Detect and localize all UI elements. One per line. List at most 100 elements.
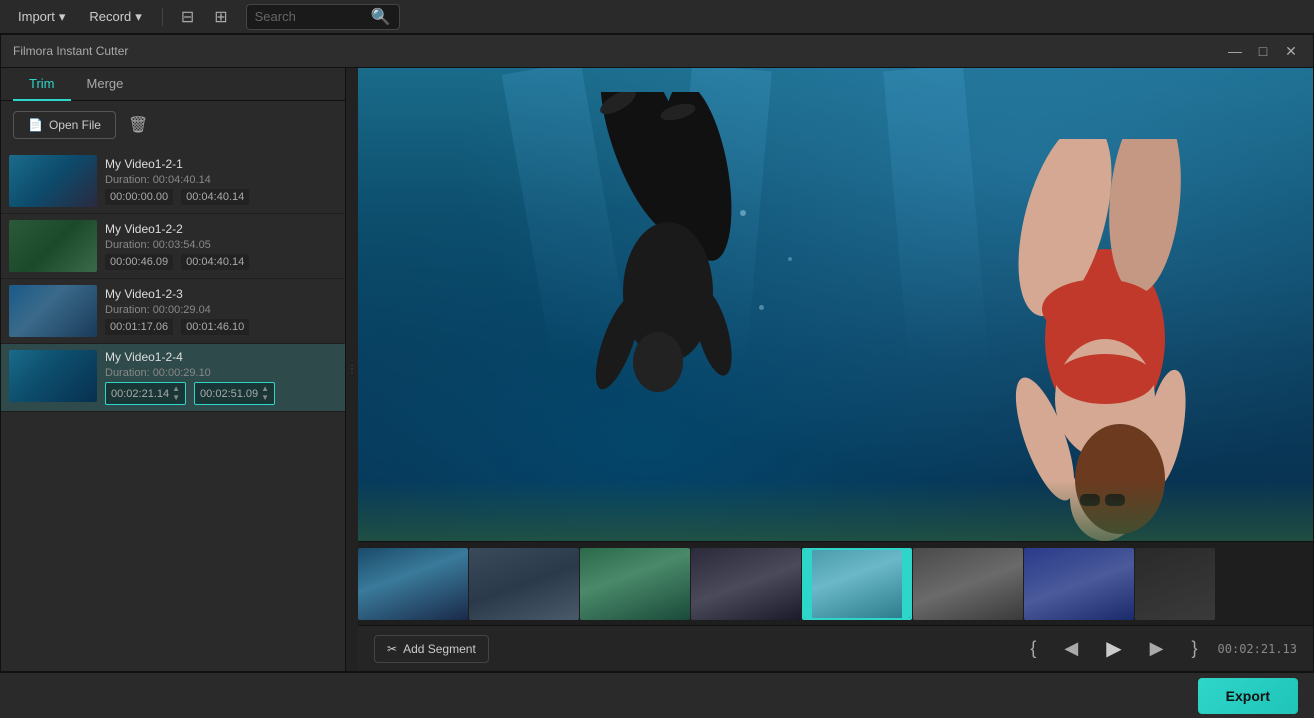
underwater-scene bbox=[358, 68, 1313, 541]
time-up-arrow[interactable]: ▲ bbox=[172, 385, 180, 393]
file-time-start: 00:02:21.14 ▲ ▼ bbox=[105, 382, 186, 405]
file-duration: Duration: 00:03:54.05 bbox=[105, 239, 337, 251]
search-input[interactable] bbox=[255, 9, 365, 24]
file-name: My Video1-2-4 bbox=[105, 350, 337, 364]
file-times: 00:02:21.14 ▲ ▼ 00:02:51.09 ▲ bbox=[105, 382, 337, 405]
file-info: My Video1-2-4 Duration: 00:00:29.10 00:0… bbox=[105, 350, 337, 405]
file-thumbnail bbox=[9, 220, 97, 272]
file-time-end: 00:04:40.14 bbox=[181, 189, 249, 205]
file-thumbnail bbox=[9, 155, 97, 207]
timeline-thumb bbox=[358, 548, 468, 620]
timeline-thumb bbox=[691, 548, 801, 620]
time-arrows-end: ▲ ▼ bbox=[261, 385, 269, 402]
time-down-arrow-end[interactable]: ▼ bbox=[261, 394, 269, 402]
toolbar-separator bbox=[162, 8, 163, 26]
file-time-start: 00:01:17.06 bbox=[105, 319, 173, 335]
file-times: 00:00:00.00 00:04:40.14 bbox=[105, 189, 337, 205]
timeline-thumbnails bbox=[358, 546, 1215, 622]
timecode-display: 00:02:21.13 bbox=[1218, 642, 1297, 656]
file-thumbnail bbox=[9, 350, 97, 402]
file-duration: Duration: 00:04:40.14 bbox=[105, 174, 337, 186]
file-info: My Video1-2-1 Duration: 00:04:40.14 00:0… bbox=[105, 155, 337, 207]
file-times: 00:01:17.06 00:01:46.10 bbox=[105, 319, 337, 335]
time-up-arrow-end[interactable]: ▲ bbox=[261, 385, 269, 393]
play-button[interactable]: ▶ bbox=[1098, 632, 1129, 665]
filter-icon[interactable]: ⊟ bbox=[175, 3, 200, 31]
timeline-area: ✂ Add Segment { ◀ ▶ ▶ } 00:02:21.13 bbox=[358, 541, 1313, 671]
swimmer-left bbox=[568, 92, 768, 492]
window-controls: — □ ✕ bbox=[1225, 41, 1301, 61]
file-name: My Video1-2-1 bbox=[105, 157, 337, 171]
bottom-bar: Export bbox=[0, 672, 1314, 718]
bracket-open-button[interactable]: { bbox=[1022, 634, 1044, 663]
file-info: My Video1-2-3 Duration: 00:00:29.04 00:0… bbox=[105, 285, 337, 337]
bubble bbox=[788, 257, 792, 261]
tab-trim[interactable]: Trim bbox=[13, 68, 71, 101]
grid-icon[interactable]: ⊞ bbox=[208, 3, 233, 31]
file-name: My Video1-2-2 bbox=[105, 222, 337, 236]
segment-handle-left[interactable] bbox=[804, 550, 812, 618]
record-label: Record bbox=[89, 9, 131, 24]
record-chevron-icon: ▾ bbox=[135, 9, 142, 25]
segment-handle-right[interactable] bbox=[902, 550, 910, 618]
bracket-close-button[interactable]: } bbox=[1184, 634, 1206, 663]
tabs-bar: Trim Merge bbox=[1, 68, 345, 101]
maximize-button[interactable]: □ bbox=[1253, 41, 1273, 61]
tab-merge[interactable]: Merge bbox=[71, 68, 140, 101]
file-duration: Duration: 00:00:29.04 bbox=[105, 304, 337, 316]
timeline-strip bbox=[358, 542, 1313, 625]
scissors-icon: ✂ bbox=[387, 642, 397, 656]
coral-bottom bbox=[358, 481, 1313, 541]
file-times: 00:00:46.09 00:04:40.14 bbox=[105, 254, 337, 270]
window-frame: Filmora Instant Cutter — □ ✕ Trim Merge bbox=[0, 34, 1314, 672]
bubble bbox=[759, 305, 764, 310]
search-box: 🔍 bbox=[246, 4, 400, 30]
prev-frame-button[interactable]: ◀ bbox=[1056, 634, 1086, 663]
export-button[interactable]: Export bbox=[1198, 678, 1298, 714]
right-area: ✂ Add Segment { ◀ ▶ ▶ } 00:02:21.13 bbox=[358, 68, 1313, 671]
record-button[interactable]: Record ▾ bbox=[81, 5, 149, 29]
panel-toolbar: 📄 Open File 🗑 bbox=[1, 101, 345, 149]
file-icon: 📄 bbox=[28, 118, 43, 132]
search-icon: 🔍 bbox=[371, 7, 391, 27]
file-info: My Video1-2-2 Duration: 00:03:54.05 00:0… bbox=[105, 220, 337, 272]
file-list: My Video1-2-1 Duration: 00:04:40.14 00:0… bbox=[1, 149, 345, 671]
time-down-arrow[interactable]: ▼ bbox=[172, 394, 180, 402]
import-label: Import bbox=[18, 9, 55, 24]
open-file-button[interactable]: 📄 Open File bbox=[13, 111, 116, 139]
file-thumbnail bbox=[9, 285, 97, 337]
list-item[interactable]: My Video1-2-1 Duration: 00:04:40.14 00:0… bbox=[1, 149, 345, 214]
add-segment-button[interactable]: ✂ Add Segment bbox=[374, 635, 489, 663]
file-time-start: 00:00:00.00 bbox=[105, 189, 173, 205]
import-button[interactable]: Import ▾ bbox=[10, 5, 73, 29]
file-time-start: 00:00:46.09 bbox=[105, 254, 173, 270]
minimize-button[interactable]: — bbox=[1225, 41, 1245, 61]
file-time-end: 00:01:46.10 bbox=[181, 319, 249, 335]
file-duration: Duration: 00:00:29.10 bbox=[105, 367, 337, 379]
resize-handle[interactable]: ⋮ bbox=[346, 68, 358, 671]
file-name: My Video1-2-3 bbox=[105, 287, 337, 301]
timeline-thumb bbox=[580, 548, 690, 620]
timeline-thumb-active bbox=[802, 548, 912, 620]
time-arrows: ▲ ▼ bbox=[172, 385, 180, 402]
close-button[interactable]: ✕ bbox=[1281, 41, 1301, 61]
timeline-thumb bbox=[1135, 548, 1215, 620]
timeline-thumb bbox=[469, 548, 579, 620]
timeline-thumb bbox=[1024, 548, 1134, 620]
file-time-end: 00:02:51.09 ▲ ▼ bbox=[194, 382, 275, 405]
main-area: Filmora Instant Cutter — □ ✕ Trim Merge bbox=[0, 34, 1314, 718]
window-titlebar: Filmora Instant Cutter — □ ✕ bbox=[1, 35, 1313, 68]
list-item[interactable]: My Video1-2-2 Duration: 00:03:54.05 00:0… bbox=[1, 214, 345, 279]
video-preview bbox=[358, 68, 1313, 541]
content-area: Trim Merge 📄 Open File 🗑 bbox=[1, 68, 1313, 671]
window-title: Filmora Instant Cutter bbox=[13, 44, 128, 58]
list-item[interactable]: My Video1-2-3 Duration: 00:00:29.04 00:0… bbox=[1, 279, 345, 344]
next-frame-button[interactable]: ▶ bbox=[1142, 634, 1172, 663]
bubble bbox=[740, 210, 746, 216]
left-panel: Trim Merge 📄 Open File 🗑 bbox=[1, 68, 346, 671]
import-chevron-icon: ▾ bbox=[59, 9, 66, 25]
file-time-end: 00:04:40.14 bbox=[181, 254, 249, 270]
delete-button[interactable]: 🗑 bbox=[124, 111, 152, 139]
top-toolbar: Import ▾ Record ▾ ⊟ ⊞ 🔍 bbox=[0, 0, 1314, 34]
list-item[interactable]: My Video1-2-4 Duration: 00:00:29.10 00:0… bbox=[1, 344, 345, 412]
